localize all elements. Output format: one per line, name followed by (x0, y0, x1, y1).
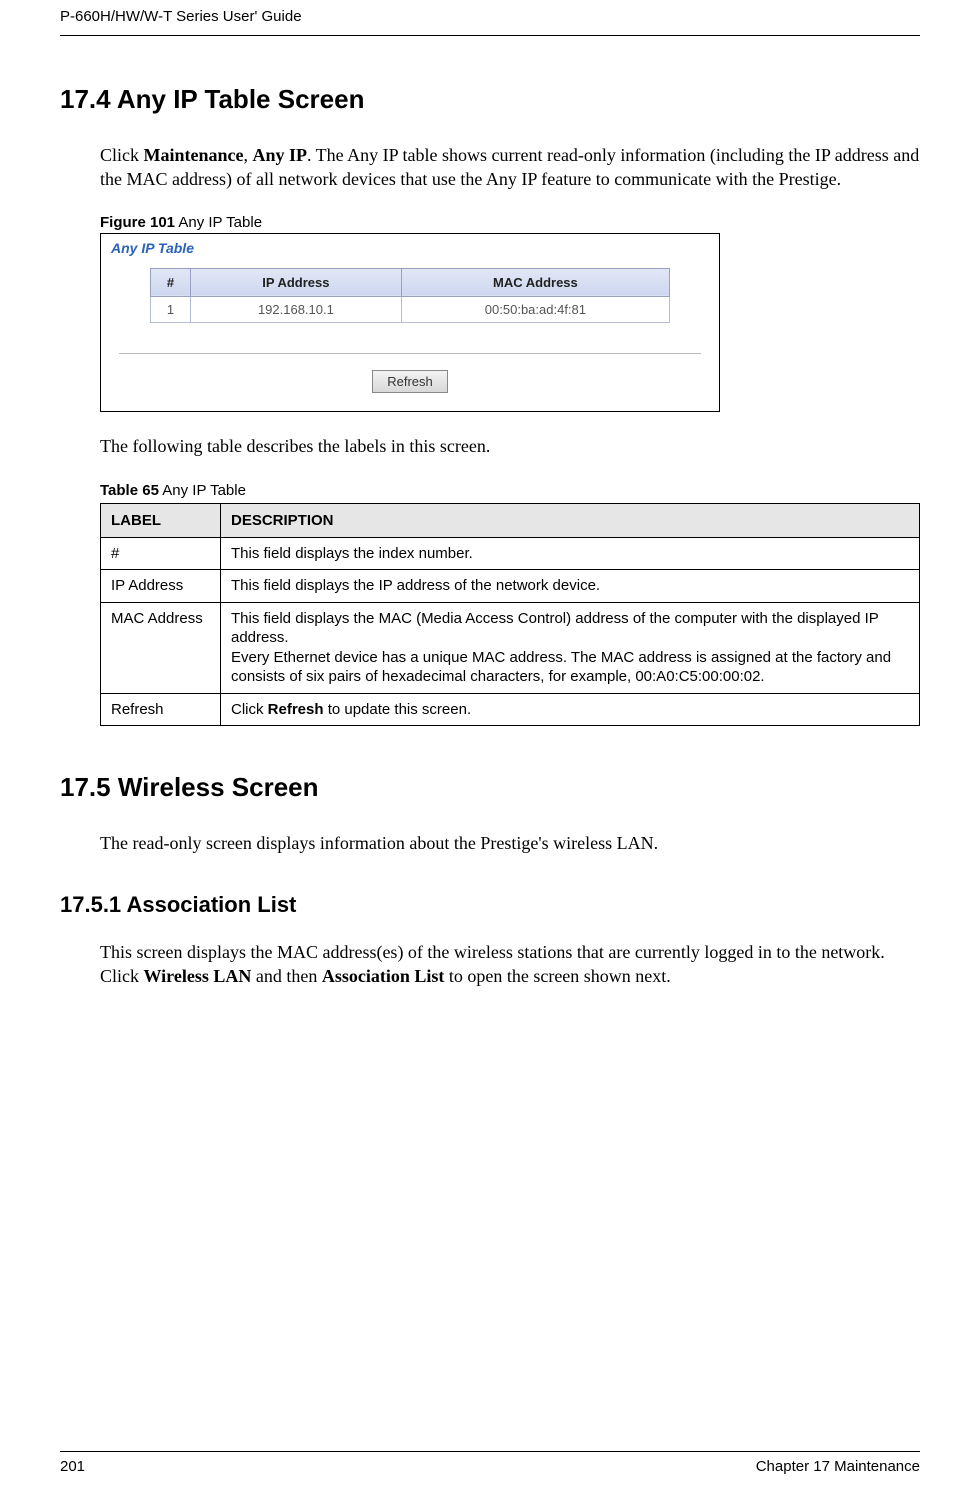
text: This field displays the MAC (Media Acces… (231, 610, 879, 647)
desc-hash: This field displays the index number. (221, 537, 920, 570)
th-description: DESCRIPTION (221, 503, 920, 537)
page-number: 201 (60, 1458, 85, 1475)
para-175: The read-only screen displays informatio… (100, 831, 920, 855)
text: Click (231, 701, 268, 718)
bold-any-ip: Any IP (252, 145, 307, 165)
caption-bold: Figure 101 (100, 214, 175, 231)
table-row: IP Address This field displays the IP ad… (101, 570, 920, 603)
mid-para: The following table describes the labels… (100, 434, 920, 458)
any-ip-table-title: Any IP Table (111, 240, 709, 256)
bold-wireless-lan: Wireless LAN (144, 966, 252, 986)
label-refresh: Refresh (101, 693, 221, 726)
table-65: LABEL DESCRIPTION # This field displays … (100, 503, 920, 727)
caption-rest: Any IP Table (159, 482, 246, 499)
text: and then (251, 966, 321, 986)
cell-ip: 192.168.10.1 (191, 296, 402, 322)
table-row: Refresh Click Refresh to update this scr… (101, 693, 920, 726)
th-label: LABEL (101, 503, 221, 537)
figure-101-caption: Figure 101 Any IP Table (100, 214, 920, 231)
table-row: # This field displays the index number. (101, 537, 920, 570)
any-ip-table: # IP Address MAC Address 1 192.168.10.1 … (150, 268, 670, 323)
caption-bold: Table 65 (100, 482, 159, 499)
para-1751: This screen displays the MAC address(es)… (100, 940, 920, 989)
text: to update this screen. (324, 701, 472, 718)
heading-17-4: 17.4 Any IP Table Screen (60, 84, 920, 115)
cell-num: 1 (151, 296, 191, 322)
refresh-button[interactable]: Refresh (372, 370, 448, 393)
doc-title: P-660H/HW/W-T Series User' Guide (60, 8, 302, 25)
label-mac-address: MAC Address (101, 602, 221, 693)
fig-divider (119, 353, 701, 354)
text: to open the screen shown next. (444, 966, 670, 986)
label-ip-address: IP Address (101, 570, 221, 603)
text: Every Ethernet device has a unique MAC a… (231, 649, 891, 686)
caption-rest: Any IP Table (175, 214, 262, 231)
desc-ip-address: This field displays the IP address of th… (221, 570, 920, 603)
table-row: 1 192.168.10.1 00:50:ba:ad:4f:81 (151, 296, 670, 322)
page-header: P-660H/HW/W-T Series User' Guide (0, 0, 980, 35)
col-mac: MAC Address (401, 268, 669, 296)
page-footer: 201 Chapter 17 Maintenance (60, 1451, 920, 1475)
table-row: MAC Address This field displays the MAC … (101, 602, 920, 693)
para-174-1: Click Maintenance, Any IP. The Any IP ta… (100, 143, 920, 192)
label-hash: # (101, 537, 221, 570)
cell-mac: 00:50:ba:ad:4f:81 (401, 296, 669, 322)
desc-refresh: Click Refresh to update this screen. (221, 693, 920, 726)
heading-17-5-1: 17.5.1 Association List (60, 892, 920, 918)
col-ip: IP Address (191, 268, 402, 296)
col-num: # (151, 268, 191, 296)
chapter-label: Chapter 17 Maintenance (756, 1458, 920, 1475)
desc-mac-address: This field displays the MAC (Media Acces… (221, 602, 920, 693)
text: Click (100, 145, 144, 165)
figure-101-box: Any IP Table # IP Address MAC Address 1 … (100, 233, 720, 412)
bold-refresh: Refresh (268, 701, 324, 718)
bold-maintenance: Maintenance (144, 145, 244, 165)
bold-association-list: Association List (322, 966, 445, 986)
heading-17-5: 17.5 Wireless Screen (60, 772, 920, 803)
footer-rule (60, 1451, 920, 1452)
table-65-caption: Table 65 Any IP Table (100, 482, 920, 499)
